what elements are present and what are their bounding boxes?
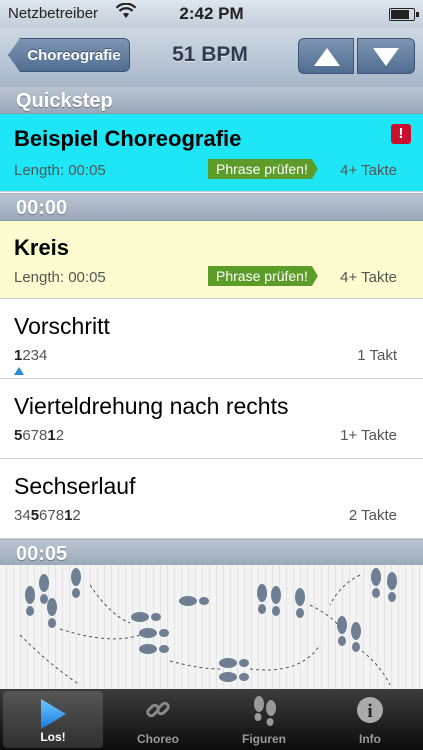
navigation-bar: Choreografie 51 BPM (0, 28, 423, 87)
beat-counts: 34567812 (14, 507, 81, 524)
bpm-up-button[interactable] (298, 38, 354, 74)
beat-position-marker (14, 367, 24, 375)
section-header-time-start: 00:00 (0, 193, 423, 221)
figure-title: Kreis (14, 235, 70, 260)
choreography-title: Beispiel Choreografie (14, 126, 242, 151)
section-header-time-end: 00:05 (0, 539, 423, 567)
battery-icon (389, 8, 419, 21)
figure-row-vorschritt[interactable]: Vorschritt 1234 1 Takt (0, 299, 423, 379)
beat-counts: 567812 (14, 427, 65, 444)
footprints-diagram (19, 568, 397, 686)
back-button[interactable]: Choreografie (8, 38, 130, 72)
svg-text:i: i (367, 701, 372, 722)
phrase-check-badge: Phrase prüfen! (208, 159, 318, 179)
figure-row-vierteldrehung[interactable]: Vierteldrehung nach rechts 567812 1+ Tak… (0, 379, 423, 459)
tab-figuren[interactable]: Figuren (214, 689, 314, 750)
status-time: 2:42 PM (179, 4, 244, 23)
figure-bars: 1 Takt (357, 347, 397, 364)
choreography-row[interactable]: Beispiel Choreografie ! Length: 00:05 Ph… (0, 114, 423, 192)
section-header-dance: Quickstep (0, 86, 423, 114)
footprints-icon (249, 695, 281, 734)
link-icon (143, 695, 173, 730)
figure-title: Vorschritt (14, 313, 110, 339)
info-icon: i (355, 695, 385, 730)
tab-label: Choreo (137, 732, 179, 746)
tab-label: Los! (40, 730, 66, 744)
beat-counts: 1234 (14, 347, 48, 364)
figure-row-kreis[interactable]: Kreis Length: 00:05 Phrase prüfen! 4+ Ta… (0, 221, 423, 299)
figure-bars: 2 Takte (348, 507, 397, 524)
tab-info[interactable]: i Info (320, 689, 420, 750)
figure-length: Length: 00:05 (14, 269, 106, 286)
tab-choreo[interactable]: Choreo (108, 689, 208, 750)
figure-bars: 4+ Takte (340, 269, 397, 286)
tab-los[interactable]: Los! (3, 691, 103, 748)
triangle-up-icon (314, 48, 340, 66)
bpm-title: 51 BPM (172, 43, 248, 66)
choreography-length: Length: 00:05 (14, 162, 106, 179)
bpm-down-button[interactable] (357, 38, 415, 74)
choreography-bars: 4+ Takte (340, 162, 397, 179)
figure-title: Sechserlauf (14, 473, 136, 499)
figure-bars: 1+ Takte (340, 427, 397, 444)
step-diagram (0, 565, 423, 689)
status-bar: Netzbetreiber 2:42 PM (0, 0, 423, 28)
figure-row-sechserlauf[interactable]: Sechserlauf 34567812 2 Takte (0, 459, 423, 539)
phrase-check-badge: Phrase prüfen! (208, 266, 318, 286)
tab-label: Info (359, 732, 381, 746)
tab-bar: Los! Choreo Figuren i Info (0, 689, 423, 750)
triangle-down-icon (373, 48, 399, 66)
tab-label: Figuren (242, 732, 286, 746)
alert-icon: ! (391, 124, 411, 144)
figure-title: Vierteldrehung nach rechts (14, 393, 289, 419)
